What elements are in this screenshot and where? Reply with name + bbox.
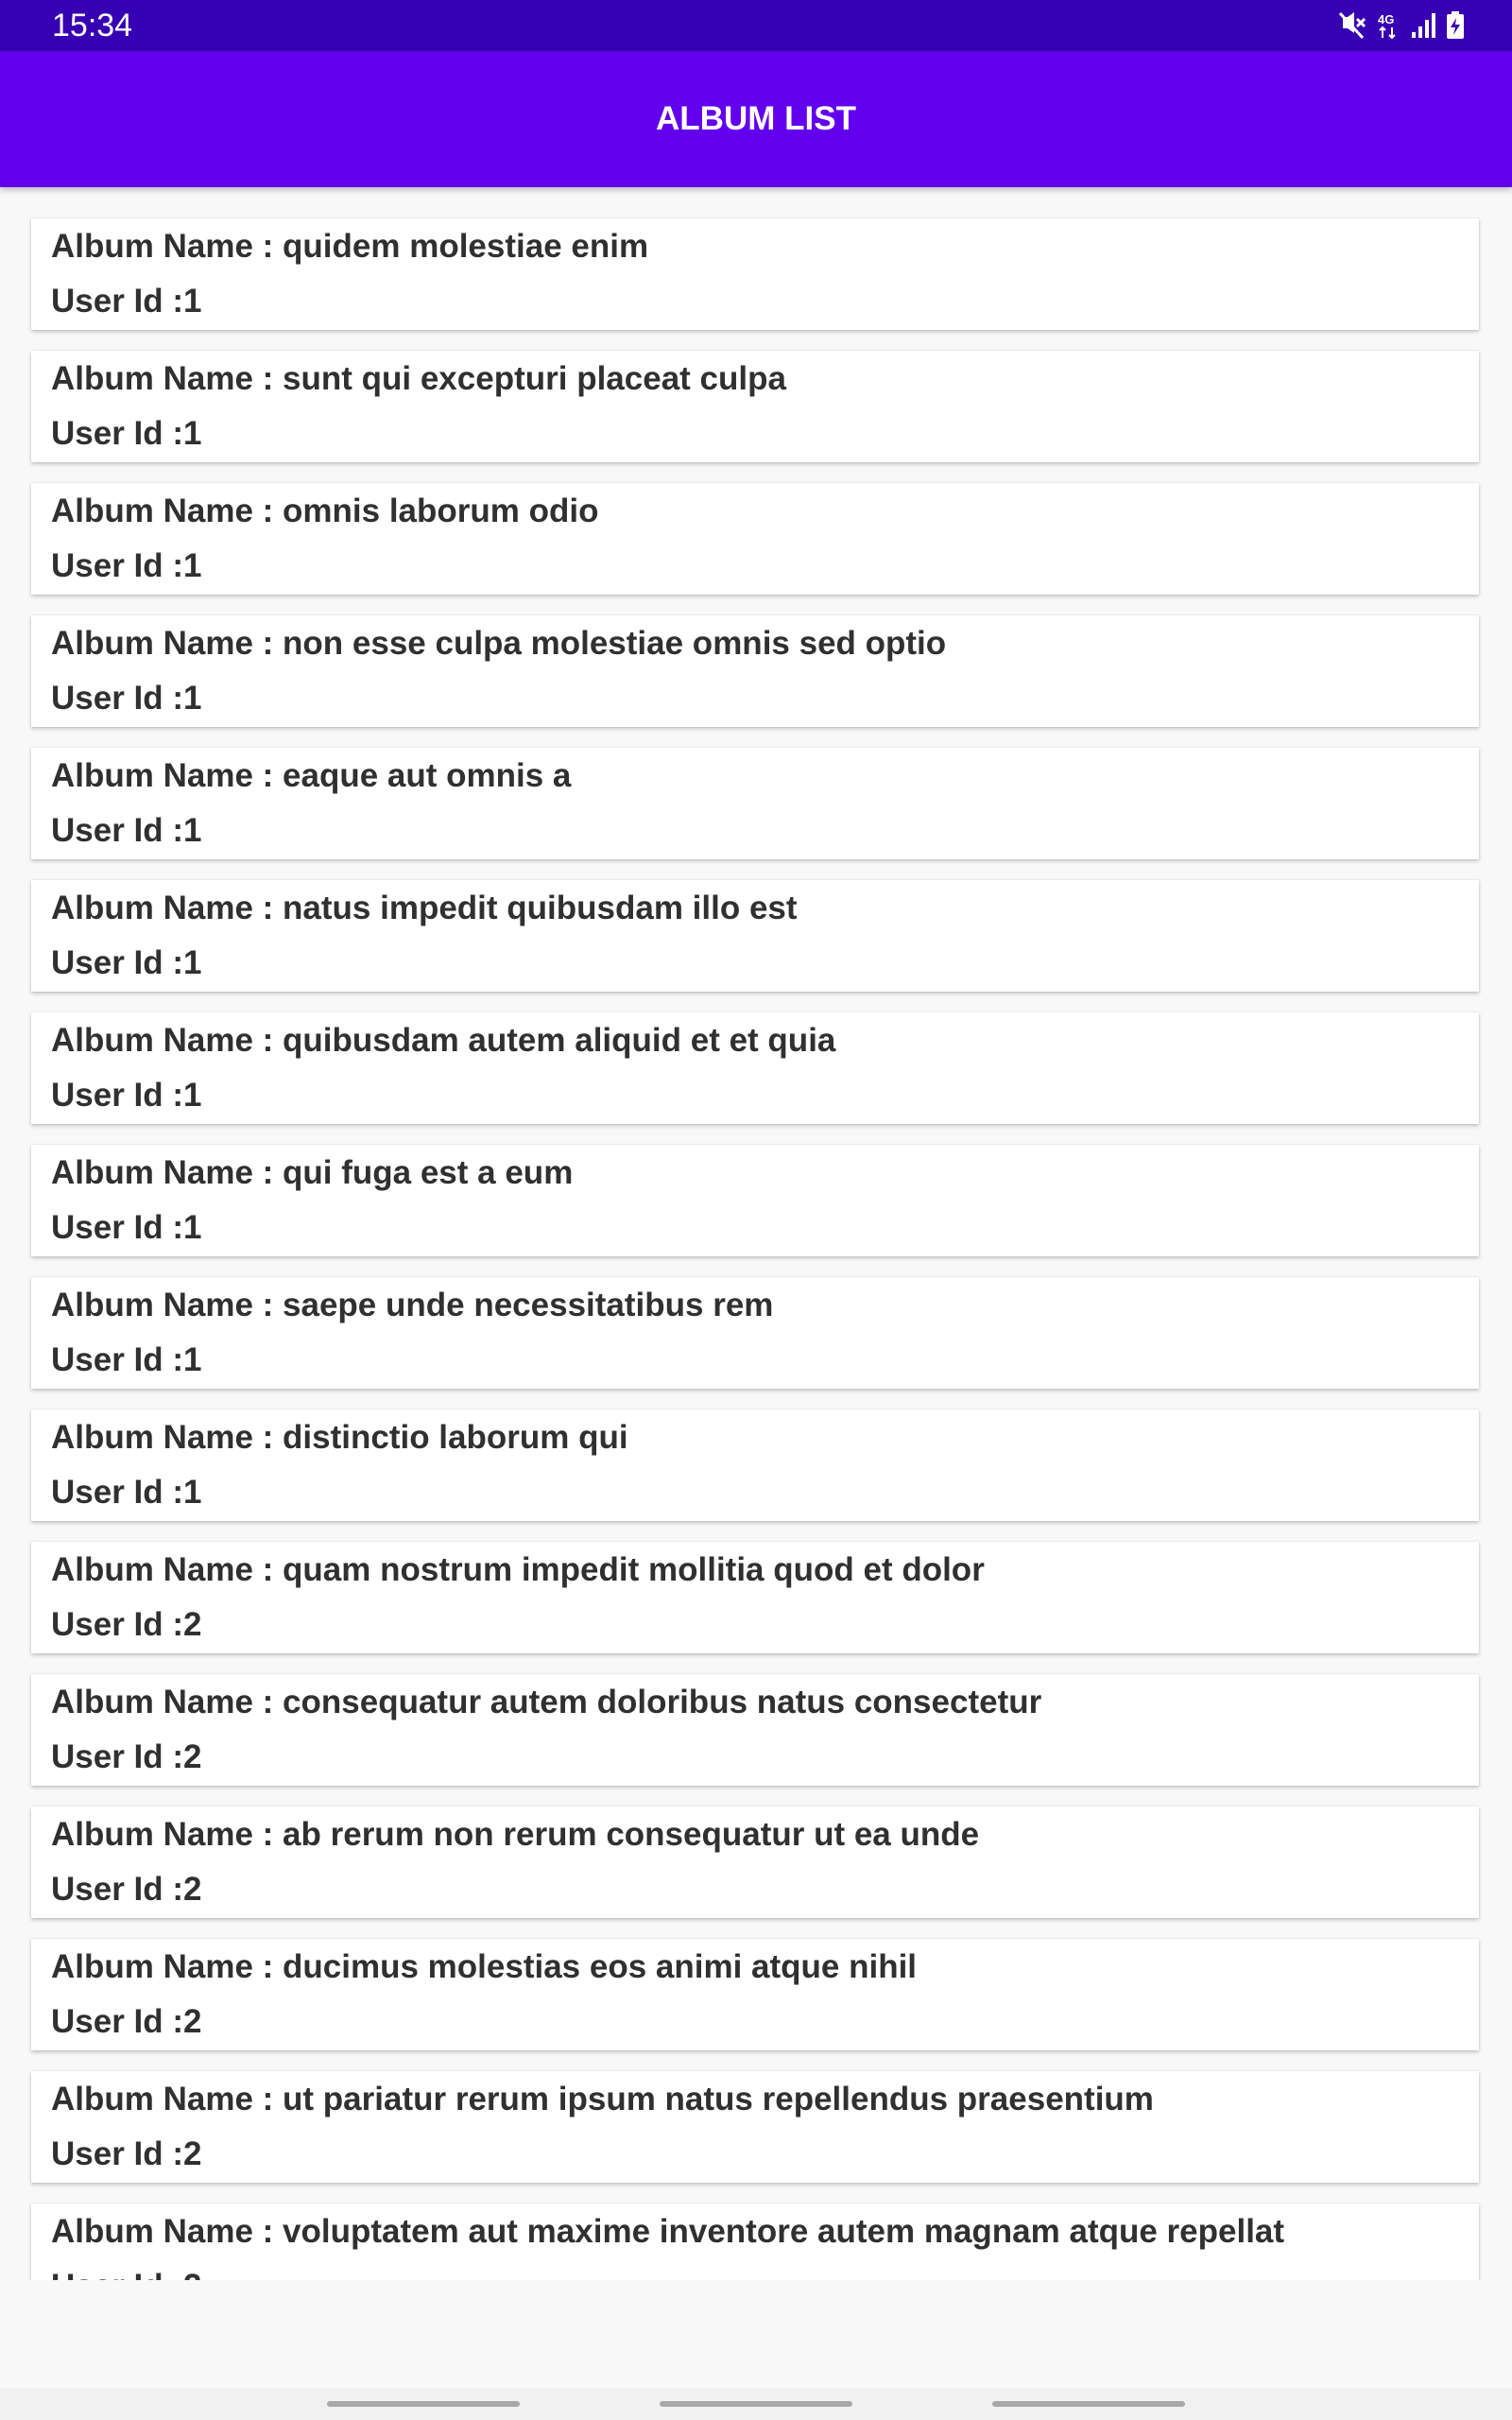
album-name: Album Name : consequatur autem doloribus… [51,1684,1042,1720]
album-card[interactable]: Album Name : quam nostrum impedit mollit… [31,1542,1479,1653]
album-user-id: User Id :1 [51,1341,202,1378]
album-card[interactable]: Album Name : omnis laborum odio User Id … [31,483,1479,595]
album-user-id: User Id :2 [51,2135,202,2172]
album-list: Album Name : quidem molestiae enim User … [31,218,1479,2280]
album-name: Album Name : non esse culpa molestiae om… [51,625,947,662]
app-bar: ALBUM LIST [0,51,1512,187]
status-icons: 4G [1338,11,1465,40]
album-name: Album Name : eaque aut omnis a [51,757,572,794]
album-name: Album Name : voluptatem aut maxime inven… [51,2213,1285,2250]
album-user-id: User Id :1 [51,944,202,981]
album-card[interactable]: Album Name : consequatur autem doloribus… [31,1674,1479,1786]
back-button[interactable] [992,2401,1185,2407]
album-name: Album Name : ab rerum non rerum consequa… [51,1816,980,1853]
album-card[interactable]: Album Name : quidem molestiae enim User … [31,218,1479,330]
album-card[interactable]: Album Name : voluptatem aut maxime inven… [31,2204,1479,2280]
album-user-id: User Id :1 [51,1474,202,1511]
album-user-id: User Id :1 [51,1209,202,1246]
status-bar: 15:34 4G [0,0,1512,51]
album-name: Album Name : ducimus molestias eos animi… [51,1948,918,1985]
album-user-id: User Id :1 [51,1077,202,1114]
album-user-id: User Id :1 [51,547,202,584]
signal-icon [1410,11,1436,40]
album-card[interactable]: Album Name : eaque aut omnis a User Id :… [31,748,1479,859]
recent-apps-button[interactable] [327,2401,520,2407]
album-name: Album Name : sunt qui excepturi placeat … [51,360,786,397]
album-user-id: User Id :1 [51,812,202,849]
album-user-id: User Id :2 [51,1871,202,1908]
home-button[interactable] [660,2401,852,2407]
album-list-viewport[interactable]: Album Name : quidem molestiae enim User … [0,187,1512,2280]
album-card[interactable]: Album Name : qui fuga est a eum User Id … [31,1145,1479,1256]
svg-text:4G: 4G [1378,12,1394,26]
album-card[interactable]: Album Name : non esse culpa molestiae om… [31,615,1479,727]
album-card[interactable]: Album Name : ab rerum non rerum consequa… [31,1806,1479,1918]
album-card[interactable]: Album Name : ut pariatur rerum ipsum nat… [31,2071,1479,2183]
mute-vibrate-icon [1338,11,1366,40]
album-card[interactable]: Album Name : saepe unde necessitatibus r… [31,1277,1479,1389]
album-name: Album Name : distinctio laborum qui [51,1419,628,1456]
album-name: Album Name : quam nostrum impedit mollit… [51,1551,985,1588]
album-card[interactable]: Album Name : natus impedit quibusdam ill… [31,880,1479,992]
page-title: ALBUM LIST [656,100,856,137]
album-user-id: User Id :2 [51,2003,202,2040]
album-name: Album Name : saepe unde necessitatibus r… [51,1287,774,1323]
album-user-id: User Id :1 [51,680,202,717]
album-user-id: User Id :1 [51,415,202,452]
battery-charging-icon [1446,11,1465,40]
album-name: Album Name : ut pariatur rerum ipsum nat… [51,2081,1154,2118]
album-card[interactable]: Album Name : ducimus molestias eos animi… [31,1939,1479,2050]
album-card[interactable]: Album Name : sunt qui excepturi placeat … [31,351,1479,462]
navigation-bar [0,2388,1512,2420]
album-card[interactable]: Album Name : quibusdam autem aliquid et … [31,1012,1479,1124]
album-card[interactable]: Album Name : distinctio laborum qui User… [31,1409,1479,1521]
album-user-id: User Id :2 [51,1738,202,1775]
album-name: Album Name : quibusdam autem aliquid et … [51,1022,836,1059]
status-time: 15:34 [52,8,133,43]
album-name: Album Name : omnis laborum odio [51,493,599,529]
album-user-id: User Id :1 [51,283,202,320]
album-name: Album Name : natus impedit quibusdam ill… [51,890,798,926]
album-user-id: User Id :2 [51,1606,202,1643]
album-name: Album Name : quidem molestiae enim [51,228,649,265]
album-user-id: User Id :2 [51,2268,202,2280]
album-name: Album Name : qui fuga est a eum [51,1154,574,1191]
network-4g-icon: 4G [1376,11,1400,40]
